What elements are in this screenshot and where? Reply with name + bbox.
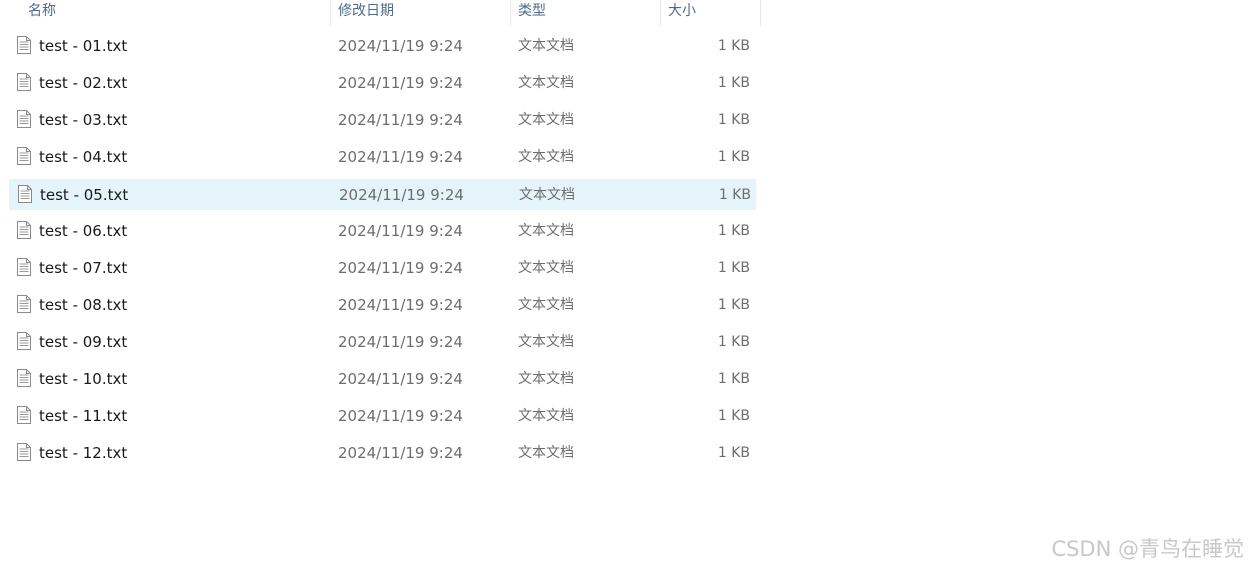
file-modified-date: 2024/11/19 9:24 [338, 259, 463, 277]
file-size: 1 KB [717, 112, 750, 128]
file-modified-date: 2024/11/19 9:24 [338, 148, 463, 166]
file-type: 文本文档 [518, 75, 574, 91]
file-type: 文本文档 [518, 297, 574, 313]
file-name: test - 10.txt [39, 370, 128, 388]
file-name: test - 11.txt [39, 407, 128, 425]
file-type: 文本文档 [518, 445, 574, 461]
text-file-icon [17, 221, 31, 239]
file-name: test - 01.txt [39, 37, 128, 55]
file-modified-date: 2024/11/19 9:24 [338, 333, 463, 351]
file-row[interactable]: test - 12.txt 2024/11/19 9:24 文本文档 1 KB [9, 438, 756, 469]
file-row[interactable]: test - 11.txt 2024/11/19 9:24 文本文档 1 KB [9, 401, 756, 432]
file-size: 1 KB [717, 38, 750, 54]
file-row[interactable]: test - 05.txt 2024/11/19 9:24 文本文档 1 KB [9, 179, 756, 210]
text-file-icon [17, 332, 31, 350]
column-header-date-label: 修改日期 [338, 3, 394, 19]
file-type: 文本文档 [518, 112, 574, 128]
file-type: 文本文档 [518, 149, 574, 165]
column-header-size[interactable]: 大小 [660, 0, 761, 26]
column-header-name[interactable]: 名称 [20, 0, 331, 26]
file-size: 1 KB [717, 149, 750, 165]
text-file-icon [17, 258, 31, 276]
file-size: 1 KB [717, 371, 750, 387]
text-file-icon [17, 443, 31, 461]
file-name: test - 12.txt [39, 444, 128, 462]
file-type: 文本文档 [518, 334, 574, 350]
file-type: 文本文档 [518, 260, 574, 276]
file-modified-date: 2024/11/19 9:24 [338, 444, 463, 462]
file-size: 1 KB [717, 260, 750, 276]
file-name: test - 05.txt [40, 186, 129, 204]
file-list-view: 名称 修改日期 类型 大小 test - 01.txt 2024/11/19 9:… [0, 0, 1250, 570]
file-modified-date: 2024/11/19 9:24 [338, 222, 463, 240]
file-size: 1 KB [717, 445, 750, 461]
file-type: 文本文档 [519, 187, 575, 203]
file-row[interactable]: test - 04.txt 2024/11/19 9:24 文本文档 1 KB [9, 142, 756, 173]
file-type: 文本文档 [518, 38, 574, 54]
column-header-name-label: 名称 [28, 3, 56, 19]
text-file-icon [17, 73, 31, 91]
file-modified-date: 2024/11/19 9:24 [338, 111, 463, 129]
file-size: 1 KB [717, 75, 750, 91]
column-header-type-label: 类型 [518, 3, 546, 19]
column-divider[interactable] [760, 0, 761, 26]
file-name: test - 07.txt [39, 259, 128, 277]
file-row[interactable]: test - 03.txt 2024/11/19 9:24 文本文档 1 KB [9, 105, 756, 136]
file-type: 文本文档 [518, 223, 574, 239]
text-file-icon [17, 295, 31, 313]
text-file-icon [17, 110, 31, 128]
file-size: 1 KB [717, 408, 750, 424]
watermark: CSDN @青鸟在睡觉 [1051, 537, 1244, 561]
file-name: test - 04.txt [39, 148, 128, 166]
file-row[interactable]: test - 06.txt 2024/11/19 9:24 文本文档 1 KB [9, 216, 756, 247]
file-modified-date: 2024/11/19 9:24 [338, 74, 463, 92]
file-size: 1 KB [718, 187, 751, 203]
file-name: test - 02.txt [39, 74, 128, 92]
file-modified-date: 2024/11/19 9:24 [338, 407, 463, 425]
text-file-icon [17, 369, 31, 387]
text-file-icon [17, 406, 31, 424]
file-row[interactable]: test - 09.txt 2024/11/19 9:24 文本文档 1 KB [9, 327, 756, 358]
file-size: 1 KB [717, 334, 750, 350]
file-size: 1 KB [717, 223, 750, 239]
file-type: 文本文档 [518, 371, 574, 387]
file-modified-date: 2024/11/19 9:24 [339, 186, 464, 204]
file-row[interactable]: test - 02.txt 2024/11/19 9:24 文本文档 1 KB [9, 68, 756, 99]
file-modified-date: 2024/11/19 9:24 [338, 37, 463, 55]
file-type: 文本文档 [518, 408, 574, 424]
text-file-icon [18, 185, 32, 203]
file-row[interactable]: test - 07.txt 2024/11/19 9:24 文本文档 1 KB [9, 253, 756, 284]
file-name: test - 09.txt [39, 333, 128, 351]
text-file-icon [17, 147, 31, 165]
column-header-row: 名称 修改日期 类型 大小 [0, 0, 762, 26]
file-row[interactable]: test - 01.txt 2024/11/19 9:24 文本文档 1 KB [9, 31, 756, 62]
file-name: test - 03.txt [39, 111, 128, 129]
file-modified-date: 2024/11/19 9:24 [338, 370, 463, 388]
file-row[interactable]: test - 08.txt 2024/11/19 9:24 文本文档 1 KB [9, 290, 756, 321]
column-header-type[interactable]: 类型 [510, 0, 661, 26]
file-size: 1 KB [717, 297, 750, 313]
file-row[interactable]: test - 10.txt 2024/11/19 9:24 文本文档 1 KB [9, 364, 756, 395]
file-name: test - 08.txt [39, 296, 128, 314]
column-header-size-label: 大小 [668, 3, 696, 19]
file-name: test - 06.txt [39, 222, 128, 240]
file-modified-date: 2024/11/19 9:24 [338, 296, 463, 314]
text-file-icon [17, 36, 31, 54]
column-header-date[interactable]: 修改日期 [330, 0, 511, 26]
